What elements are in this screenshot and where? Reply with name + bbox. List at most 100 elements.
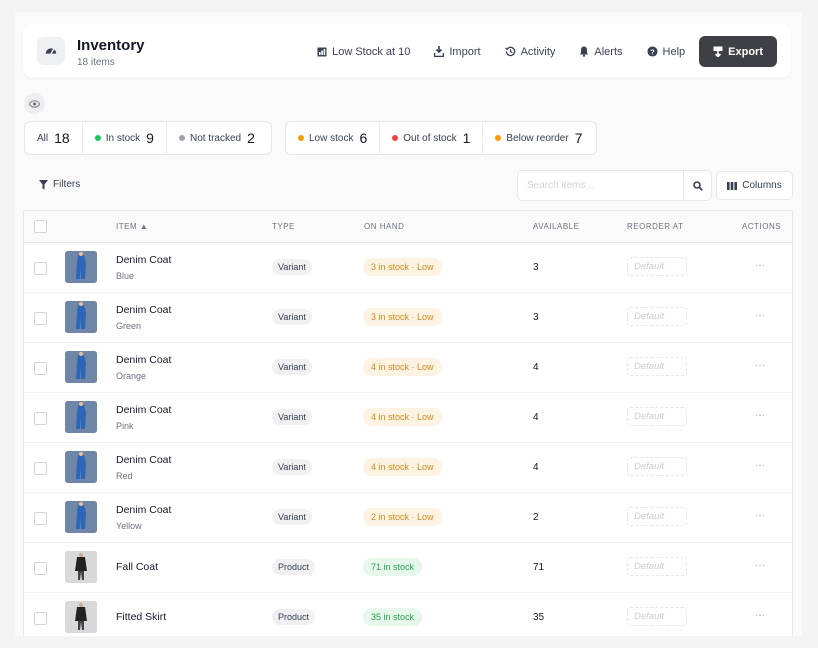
column-reorder-header[interactable]: REORDER AT: [627, 222, 683, 231]
product-thumbnail: [65, 251, 97, 283]
row-checkbox[interactable]: [34, 412, 47, 425]
table-row[interactable]: Fall Coat Product 71 in stock 71 ···: [24, 543, 792, 593]
row-actions-menu[interactable]: ···: [755, 510, 765, 521]
type-badge: Variant: [272, 409, 312, 425]
status-filter-group: All 18 In stock 9 Not tracked 2: [24, 121, 272, 155]
row-actions-menu[interactable]: ···: [755, 560, 765, 571]
table-body: Denim Coat Blue Variant 3 in stock · Low 3 ··…: [24, 243, 792, 636]
help-icon: ?: [646, 46, 658, 57]
search-button[interactable]: [683, 171, 711, 200]
toggle-visibility-button[interactable]: [24, 93, 45, 114]
row-actions-menu[interactable]: ···: [755, 310, 765, 321]
inventory-table: ITEM ▲ TYPE ON HAND AVAILABLE REORDER AT…: [23, 210, 793, 636]
product-thumbnail: [65, 351, 97, 383]
row-checkbox[interactable]: [34, 562, 47, 575]
column-type-header[interactable]: TYPE: [272, 222, 295, 231]
item-variant: Red: [116, 471, 133, 481]
filter-low-stock[interactable]: Low stock 6: [286, 122, 379, 154]
stock-status-badge: 3 in stock · Low: [363, 308, 442, 326]
page-header: Inventory 18 items Low Stock at 10 Impor…: [23, 24, 791, 78]
row-checkbox[interactable]: [34, 312, 47, 325]
column-available-header[interactable]: AVAILABLE: [533, 222, 579, 231]
alert-filter-group: Low stock 6 Out of stock 1 Below reorder…: [285, 121, 597, 155]
row-actions-menu[interactable]: ···: [755, 410, 765, 421]
available-quantity: 4: [533, 362, 539, 373]
table-row[interactable]: Denim Coat Pink Variant 4 in stock · Low 4 ··…: [24, 393, 792, 443]
export-button[interactable]: Export: [699, 36, 777, 67]
filter-out-of-stock[interactable]: Out of stock 1: [379, 122, 482, 154]
table-row[interactable]: Denim Coat Blue Variant 3 in stock · Low 3 ··…: [24, 243, 792, 293]
column-on-hand-header[interactable]: ON HAND: [364, 222, 404, 231]
page-title: Inventory: [77, 37, 145, 54]
search-input[interactable]: [518, 171, 683, 200]
reorder-at-input[interactable]: [627, 607, 687, 626]
page: Inventory 18 items Low Stock at 10 Impor…: [15, 12, 802, 636]
header-actions: Low Stock at 10 Import Activity Alerts ?…: [293, 36, 777, 67]
item-name[interactable]: Denim Coat: [116, 354, 171, 366]
type-badge: Product: [272, 559, 316, 575]
item-name[interactable]: Denim Coat: [116, 454, 171, 466]
row-checkbox[interactable]: [34, 262, 47, 275]
filter-out-of-stock-count: 1: [462, 130, 471, 146]
table-row[interactable]: Denim Coat Yellow Variant 2 in stock · Low 2…: [24, 493, 792, 543]
item-name[interactable]: Denim Coat: [116, 254, 171, 266]
item-name[interactable]: Denim Coat: [116, 504, 171, 516]
item-name[interactable]: Fitted Skirt: [116, 611, 166, 623]
stock-status-badge: 2 in stock · Low: [363, 508, 442, 526]
reorder-at-input[interactable]: [627, 507, 687, 526]
filter-not-tracked-label: Not tracked: [189, 132, 242, 144]
low-stock-threshold-button[interactable]: Low Stock at 10: [317, 46, 410, 58]
column-actions-header: ACTIONS: [742, 222, 782, 231]
product-thumbnail: [65, 501, 97, 533]
reorder-at-input[interactable]: [627, 557, 687, 576]
row-actions-menu[interactable]: ···: [755, 260, 765, 271]
table-row[interactable]: Denim Coat Red Variant 4 in stock · Low 4 ···: [24, 443, 792, 493]
filter-low-stock-label: Low stock: [309, 132, 354, 144]
row-actions-menu[interactable]: ···: [755, 460, 765, 471]
product-thumbnail: [65, 551, 97, 583]
row-actions-menu[interactable]: ···: [755, 360, 765, 371]
search-icon: [692, 180, 703, 191]
table-row[interactable]: Denim Coat Orange Variant 4 in stock · Low 4…: [24, 343, 792, 393]
row-checkbox[interactable]: [34, 362, 47, 375]
filter-below-reorder-count: 7: [574, 130, 583, 146]
product-thumbnail: [65, 451, 97, 483]
reorder-at-input[interactable]: [627, 307, 687, 326]
alerts-label: Alerts: [594, 45, 623, 58]
row-actions-menu[interactable]: ···: [755, 610, 765, 621]
reorder-at-input[interactable]: [627, 357, 687, 376]
filter-all[interactable]: All 18: [25, 122, 82, 154]
reorder-at-input[interactable]: [627, 257, 687, 276]
below-reorder-dot: [495, 135, 502, 141]
import-icon: [434, 46, 445, 57]
activity-button[interactable]: Activity: [504, 46, 555, 58]
item-name[interactable]: Denim Coat: [116, 404, 171, 416]
columns-button[interactable]: Columns: [716, 171, 793, 200]
item-name[interactable]: Fall Coat: [116, 561, 158, 573]
low-stock-icon: [317, 47, 327, 56]
table-row[interactable]: Denim Coat Green Variant 3 in stock · Low 3 ·…: [24, 293, 792, 343]
columns-label: Columns: [742, 180, 782, 191]
alerts-button[interactable]: Alerts: [579, 45, 623, 58]
table-row[interactable]: Fitted Skirt Product 35 in stock 35 ···: [24, 593, 792, 636]
filter-not-tracked[interactable]: Not tracked 2: [165, 122, 267, 154]
reorder-at-input[interactable]: [627, 457, 687, 476]
filter-below-reorder[interactable]: Below reorder 7: [482, 122, 594, 154]
item-count: 18 items: [77, 57, 115, 68]
select-all-checkbox[interactable]: [34, 220, 47, 233]
filters-button[interactable]: Filters: [39, 179, 80, 190]
columns-icon: [727, 181, 738, 190]
stock-status-badge: 35 in stock: [363, 608, 423, 626]
row-checkbox[interactable]: [34, 612, 47, 625]
item-name[interactable]: Denim Coat: [116, 304, 171, 316]
row-checkbox[interactable]: [34, 512, 47, 525]
filter-in-stock[interactable]: In stock 9: [81, 122, 166, 154]
filters-label: Filters: [53, 179, 81, 190]
import-button[interactable]: Import: [434, 46, 481, 58]
column-item-header[interactable]: ITEM ▲: [116, 222, 148, 231]
row-checkbox[interactable]: [34, 462, 47, 475]
dashboard-icon: [37, 37, 65, 65]
help-button[interactable]: ? Help: [646, 46, 685, 58]
reorder-at-input[interactable]: [627, 407, 687, 426]
type-badge: Variant: [272, 509, 312, 525]
